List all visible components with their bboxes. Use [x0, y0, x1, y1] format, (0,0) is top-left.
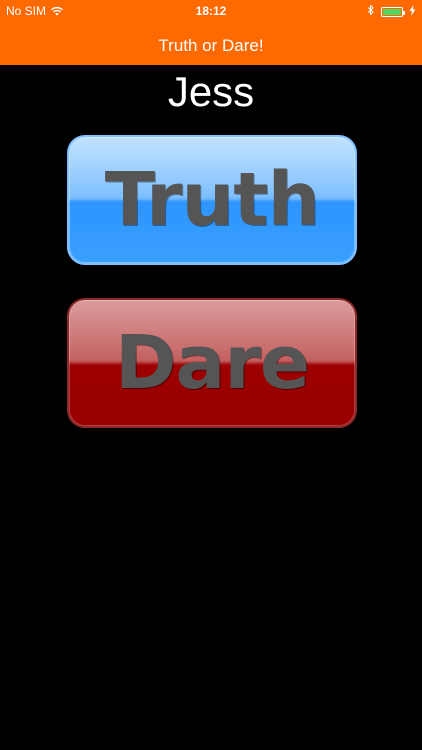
nav-bar: No SIM 18:12 Truth or Dare! [0, 0, 422, 65]
bluetooth-icon [367, 4, 375, 19]
battery-icon [381, 6, 405, 17]
charging-bolt-icon [409, 4, 416, 19]
truth-button[interactable]: Truth [67, 135, 357, 265]
truth-button-label: Truth [104, 157, 321, 243]
dare-button-label: Dare [114, 320, 310, 406]
battery-level-fill [383, 8, 401, 15]
status-time: 18:12 [195, 4, 227, 18]
dare-button[interactable]: Dare [67, 298, 357, 428]
player-name: Jess [167, 68, 255, 115]
status-bar: No SIM 18:12 [0, 0, 422, 22]
nav-title: Truth or Dare! [158, 36, 264, 55]
status-right-group [367, 4, 416, 19]
